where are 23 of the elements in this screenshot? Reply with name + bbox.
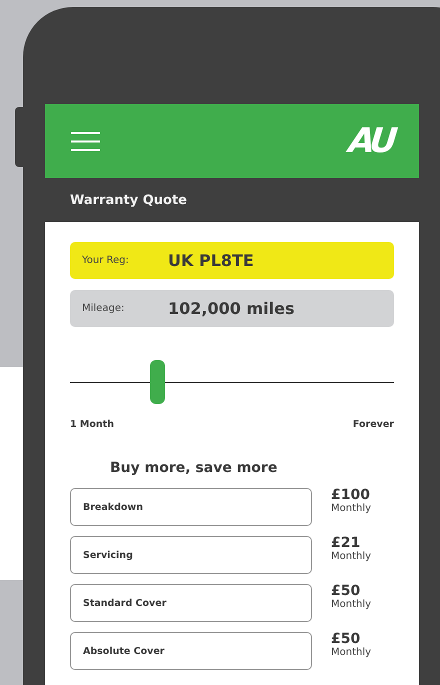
product-price: £50 <box>331 632 362 647</box>
logo: AU <box>346 121 396 161</box>
slider-thumb[interactable] <box>150 360 166 404</box>
min-label: 1 Month <box>70 419 114 430</box>
mileage-label: Mileage: <box>82 303 126 314</box>
product-price: £100 <box>331 488 371 503</box>
product-price: £50 <box>331 584 362 599</box>
max-label: Forever <box>352 419 394 430</box>
product-button[interactable]: Breakdown <box>70 488 312 526</box>
menu-icon[interactable] <box>71 130 100 152</box>
mileage-value: 102,000 miles <box>168 299 294 318</box>
price-period: Monthly <box>331 551 372 562</box>
product-price: £21 <box>331 536 362 551</box>
registration-value: UK PL8TE <box>168 251 254 270</box>
price-period: Monthly <box>331 599 372 610</box>
price-period: Monthly <box>331 503 372 514</box>
product-button[interactable]: Servicing <box>70 536 312 574</box>
price-period: Monthly <box>331 647 372 658</box>
page-title: Warranty Quote <box>70 192 187 208</box>
product-button[interactable]: Absolute Cover <box>70 632 312 670</box>
product-button[interactable]: Standard Cover <box>70 584 312 622</box>
section-title: Buy more, save more <box>110 460 278 476</box>
registration-label: Your Reg: <box>82 255 130 266</box>
